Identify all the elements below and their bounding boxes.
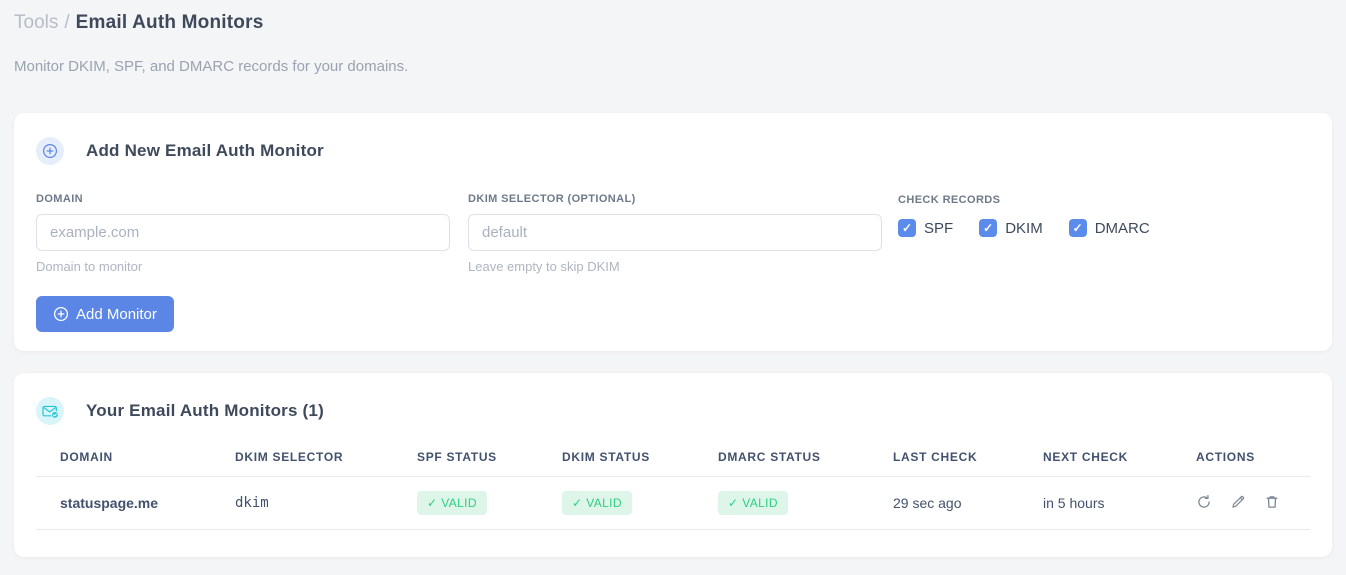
refresh-icon [1196, 494, 1212, 510]
checkbox-dmarc[interactable]: ✓ DMARC [1068, 219, 1150, 237]
dkim-status-badge: ✓ VALID [562, 491, 632, 515]
breadcrumb-section-tools[interactable]: Tools [14, 12, 58, 33]
domain-label: Domain [36, 193, 84, 205]
actions-cell [1172, 476, 1310, 530]
dkim-selector-field-group: DKIM Selector (optional) Leave empty to … [468, 193, 882, 274]
dkim-status-cell: ✓ VALID [538, 476, 694, 530]
table-row: statuspage.me dkim ✓ VALID ✓ VALID ✓ VAL… [36, 476, 1310, 530]
check-records-options: ✓ SPF ✓ DKIM ✓ DMARC [898, 219, 1310, 237]
refresh-button[interactable] [1196, 494, 1212, 510]
dkim-selector-label: DKIM Selector (optional) [468, 193, 636, 205]
edit-button[interactable] [1230, 494, 1246, 510]
add-monitor-form: Domain Domain to monitor DKIM Selector (… [36, 193, 1310, 274]
monitor-last-check: 29 sec ago [869, 476, 1019, 530]
dkim-selector-input[interactable] [468, 214, 882, 251]
breadcrumb: Tools / Email Auth Monitors [14, 10, 1332, 36]
monitors-table: Domain DKIM Selector SPF Status DKIM Sta… [36, 435, 1310, 530]
spf-status-badge: ✓ VALID [417, 491, 487, 515]
breadcrumb-separator: / [64, 12, 70, 33]
column-header-spf-status: SPF Status [393, 435, 538, 477]
dkim-selector-hint: Leave empty to skip DKIM [468, 259, 620, 274]
envelope-check-icon [36, 397, 64, 425]
pencil-icon [1230, 494, 1246, 510]
dmarc-status-cell: ✓ VALID [694, 476, 869, 530]
column-header-actions: Actions [1172, 435, 1310, 477]
trash-icon [1264, 494, 1280, 510]
monitor-next-check: in 5 hours [1019, 476, 1172, 530]
check-records-label: Check Records [898, 194, 1001, 206]
add-monitor-card: Add New Email Auth Monitor Domain Domain… [14, 113, 1332, 351]
checkbox-checked-icon: ✓ [979, 219, 998, 237]
checkbox-dkim-label: DKIM [1005, 219, 1043, 237]
add-monitor-button-label: Add Monitor [76, 305, 157, 323]
circle-plus-icon [53, 306, 69, 322]
add-monitor-button[interactable]: Add Monitor [36, 296, 174, 332]
checkbox-spf-label: SPF [924, 219, 954, 237]
column-header-last-check: Last Check [869, 435, 1019, 477]
monitor-domain: statuspage.me [36, 476, 211, 530]
checkbox-dkim[interactable]: ✓ DKIM [979, 219, 1043, 237]
table-header-row: Domain DKIM Selector SPF Status DKIM Sta… [36, 435, 1310, 477]
circle-plus-icon [36, 137, 64, 165]
monitors-card-header: Your Email Auth Monitors (1) [36, 397, 1310, 425]
column-header-domain: Domain [36, 435, 211, 477]
column-header-dkim-selector: DKIM Selector [211, 435, 393, 477]
spf-status-cell: ✓ VALID [393, 476, 538, 530]
monitors-card: Your Email Auth Monitors (1) Domain DKIM… [14, 373, 1332, 557]
domain-input[interactable] [36, 214, 450, 251]
add-monitor-card-title: Add New Email Auth Monitor [86, 141, 324, 160]
checkbox-checked-icon: ✓ [1068, 219, 1087, 237]
column-header-next-check: Next Check [1019, 435, 1172, 477]
monitors-card-title: Your Email Auth Monitors (1) [86, 401, 324, 420]
page-subtitle: Monitor DKIM, SPF, and DMARC records for… [14, 58, 409, 75]
checkbox-spf[interactable]: ✓ SPF [898, 219, 953, 237]
delete-button[interactable] [1264, 494, 1280, 510]
checkbox-checked-icon: ✓ [898, 219, 916, 237]
check-records-group: Check Records ✓ SPF ✓ DKIM ✓ DMARC [898, 193, 1310, 274]
add-monitor-card-header: Add New Email Auth Monitor [36, 137, 1310, 165]
domain-hint: Domain to monitor [36, 259, 143, 274]
checkbox-dmarc-label: DMARC [1094, 219, 1150, 237]
monitor-dkim-selector: dkim [211, 476, 393, 530]
domain-field-group: Domain Domain to monitor [36, 193, 450, 274]
column-header-dkim-status: DKIM Status [538, 435, 694, 477]
column-header-dmarc-status: DMARC Status [694, 435, 869, 477]
page-title: Email Auth Monitors [75, 12, 264, 33]
dmarc-status-badge: ✓ VALID [718, 491, 788, 515]
email-auth-monitors-page: Tools / Email Auth Monitors Monitor DKIM, … [0, 0, 1346, 557]
